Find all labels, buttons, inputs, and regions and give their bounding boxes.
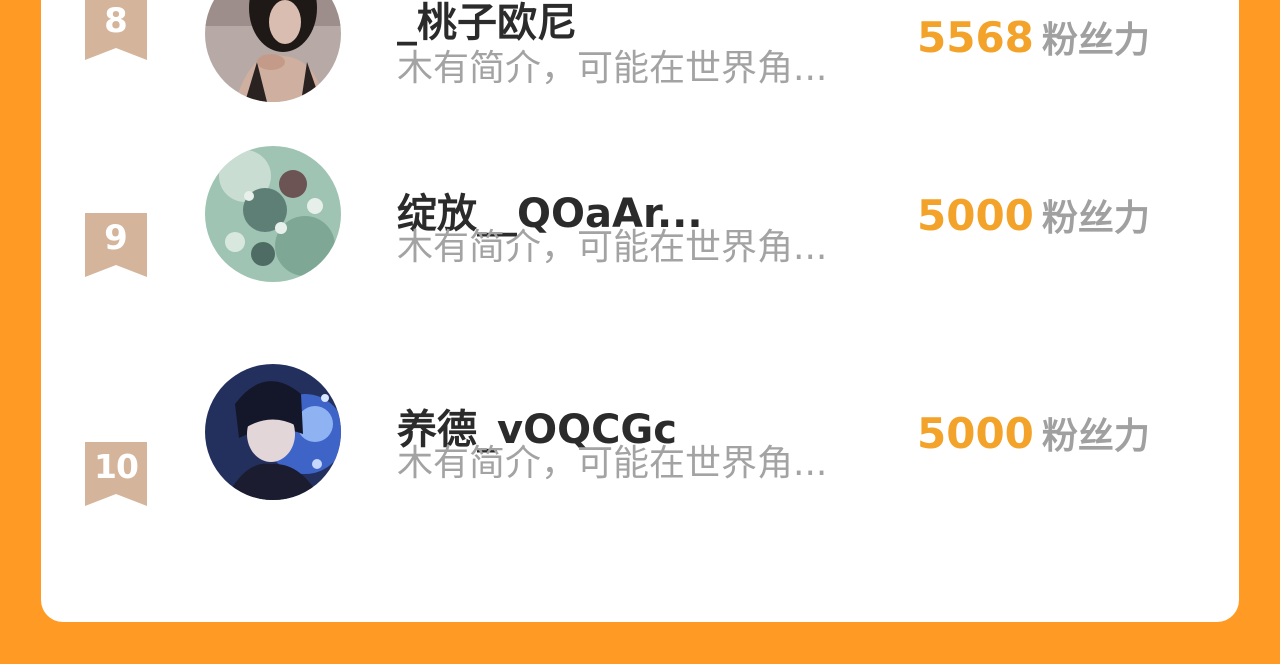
avatar[interactable] (205, 146, 341, 282)
rank-badge: 9 (85, 213, 147, 277)
user-bio: 木有简介，可能在世界角... (397, 227, 828, 268)
fans-score: 5568 粉丝力 (917, 13, 1217, 72)
user-name[interactable]: _桃子欧尼 (397, 0, 897, 48)
ranking-row-10[interactable]: 10 养德_vOQCGc 木有简介，可能在世界角... 5000 粉丝力 (41, 364, 1239, 582)
fans-score: 5000 粉丝力 (917, 191, 1217, 250)
user-bio: 木有简介，可能在世界角... (397, 48, 828, 89)
rank-badge: 10 (85, 442, 147, 506)
fans-score: 5000 粉丝力 (917, 409, 1217, 468)
rank-badge: 8 (85, 0, 147, 60)
ranking-card: 8 _桃子欧尼 木有简介，可能在世界角... 5568 粉丝力 9 绽放__QO… (41, 0, 1239, 622)
fans-value: 5568 (917, 13, 1034, 62)
avatar[interactable] (205, 0, 341, 102)
rank-number: 9 (104, 218, 128, 258)
avatar[interactable] (205, 364, 341, 500)
fans-unit-label: 粉丝力 (1041, 416, 1150, 457)
fans-unit-label: 粉丝力 (1041, 20, 1150, 61)
fans-value: 5000 (917, 191, 1034, 240)
ranking-row-9[interactable]: 9 绽放__QOaAr... 木有简介，可能在世界角... 5000 粉丝力 (41, 146, 1239, 354)
user-bio: 木有简介，可能在世界角... (397, 443, 828, 484)
fans-value: 5000 (917, 409, 1034, 458)
rank-number: 8 (104, 1, 128, 41)
ranking-row-8[interactable]: 8 _桃子欧尼 木有简介，可能在世界角... 5568 粉丝力 (41, 0, 1239, 140)
fans-unit-label: 粉丝力 (1041, 198, 1150, 239)
rank-number: 10 (94, 447, 139, 486)
